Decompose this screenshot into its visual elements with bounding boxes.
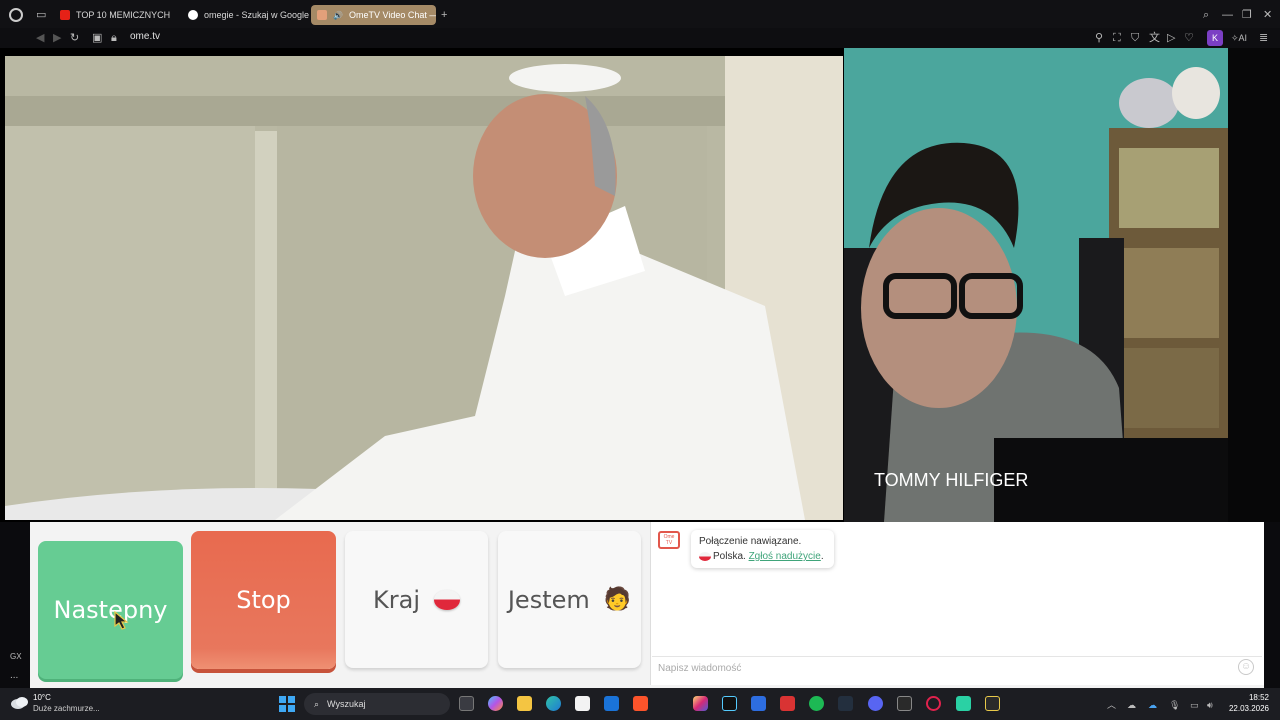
gender-button[interactable]: Jestem 🧑 — [498, 531, 641, 668]
opera-gx-logo-icon[interactable] — [9, 8, 23, 22]
clock-time[interactable]: 18:52 — [1239, 693, 1269, 702]
discord-icon[interactable] — [868, 696, 883, 711]
translate-icon[interactable]: 文 — [1149, 31, 1160, 45]
mic-app-icon[interactable] — [985, 696, 1000, 711]
ometv-icon — [317, 10, 327, 20]
weather-description[interactable]: Duże zachmurze... — [33, 704, 100, 713]
address-bar: ◀ ▶ ↻ ▣ 🔒︎ ⚲ ⛶ ⛉ 文 ▷ ♡ K ✧AI ≣ — [0, 28, 1280, 48]
reload-icon[interactable]: ↻ — [70, 31, 79, 45]
onedrive-icon[interactable]: ☁ — [1148, 698, 1157, 712]
self-video: TOMMY HILFIGER — [844, 48, 1228, 522]
country-name: Polska. — [713, 551, 746, 562]
weather-cloud-icon[interactable] — [10, 694, 30, 710]
close-icon[interactable]: ✕ — [1263, 8, 1272, 22]
weather-temperature[interactable]: 10°C — [33, 693, 51, 702]
stranger-video-frame — [5, 56, 843, 520]
tab-youtube[interactable]: TOP 10 MEMICZNYCH PO — [54, 5, 172, 25]
forward-icon[interactable]: ▶ — [53, 31, 61, 45]
edge-icon[interactable] — [546, 696, 561, 711]
tab-label: OmeTV Video Chat — — [348, 10, 436, 20]
task-view-icon[interactable] — [459, 696, 474, 711]
gx-label[interactable]: GX — [10, 652, 22, 661]
restore-icon[interactable]: ❐ — [1242, 8, 1252, 22]
more-icon[interactable]: ... — [10, 670, 18, 681]
lock-icon: 🔒︎ — [111, 32, 117, 44]
country-button-label: Kraj — [373, 585, 420, 614]
taskbar-search[interactable]: ⌕ Wyszukaj — [304, 693, 450, 715]
speaker-icon: 🔊 — [333, 10, 343, 20]
calculator-icon[interactable] — [751, 696, 766, 711]
cursor-icon — [114, 610, 129, 630]
connection-status: Połączenie nawiązane. — [699, 536, 802, 547]
app-icon[interactable] — [956, 696, 971, 711]
microphone-icon[interactable]: 🎙︎ — [1169, 698, 1180, 712]
snapshot-icon[interactable]: ⛶ — [1113, 31, 1121, 45]
shield-icon[interactable]: ⛉ — [1131, 31, 1139, 45]
browser-tab-bar: ▭ TOP 10 MEMICZNYCH PO omegie - Szukaj w… — [0, 0, 1280, 30]
shirt-logo: TOMMY HILFIGER — [874, 470, 1028, 490]
outlook-icon[interactable] — [604, 696, 619, 711]
country-button[interactable]: Kraj — [345, 531, 488, 668]
next-button[interactable]: Następny — [38, 541, 183, 679]
workspace-icon[interactable]: ▭ — [36, 8, 46, 22]
volume-icon[interactable]: 🔊︎ — [1207, 698, 1213, 712]
google-icon — [188, 10, 198, 20]
play-icon[interactable]: ▷ — [1167, 31, 1175, 45]
tab-label: omegie - Szukaj w Google — [204, 10, 310, 20]
opera-gx-icon[interactable] — [926, 696, 941, 711]
tab-google[interactable]: omegie - Szukaj w Google — [182, 5, 310, 25]
back-icon[interactable]: ◀ — [36, 31, 44, 45]
stop-button[interactable]: Stop — [191, 531, 336, 669]
next-button-label: Następny — [53, 596, 168, 624]
poland-flag-icon — [699, 551, 711, 561]
search-icon[interactable]: ⌕ — [1203, 8, 1209, 22]
system-message: Połączenie nawiązane. Polska. Zgłoś nadu… — [691, 530, 834, 568]
gender-button-label: Jestem — [507, 585, 590, 614]
tab-ometv[interactable]: 🔊 OmeTV Video Chat — — [311, 5, 436, 25]
tab-label: TOP 10 MEMICZNYCH PO — [76, 10, 172, 20]
ometv-logo-icon: Ome TV — [658, 531, 680, 549]
tiktok-icon[interactable] — [722, 696, 737, 711]
spotify-icon[interactable] — [809, 696, 824, 711]
camera-icon[interactable]: ▣ — [92, 31, 102, 45]
country-line: Polska. Zgłoś nadużycie. — [699, 549, 826, 564]
stop-button-label: Stop — [236, 586, 291, 614]
tray-chevron-icon[interactable]: ︿ — [1107, 698, 1116, 712]
epic-games-icon[interactable] — [897, 696, 912, 711]
instagram-icon[interactable] — [693, 696, 708, 711]
self-video-image: TOMMY HILFIGER — [844, 48, 1228, 522]
youtube-icon — [60, 10, 70, 20]
report-abuse-link[interactable]: Zgłoś nadużycie — [749, 551, 821, 562]
ai-label: AI — [1238, 33, 1248, 43]
emoji-icon[interactable]: ☺ — [1238, 659, 1254, 675]
stranger-video-image — [5, 56, 843, 520]
tray-cloud-icon[interactable]: ☁ — [1127, 698, 1136, 712]
taskbar-search-placeholder: Wyszukaj — [327, 699, 366, 709]
brave-icon[interactable] — [633, 696, 648, 711]
ai-button[interactable]: ✧AI — [1231, 31, 1247, 45]
profile-avatar[interactable]: K — [1207, 30, 1223, 46]
stranger-video — [0, 48, 848, 522]
pin-icon[interactable]: ⚲ — [1095, 31, 1103, 45]
minimize-icon[interactable]: — — [1222, 8, 1233, 22]
message-input[interactable]: Napisz wiadomość — [652, 656, 1262, 680]
wps-icon[interactable] — [780, 696, 795, 711]
amazon-icon[interactable] — [838, 696, 853, 711]
person-emoji-icon: 🧑 — [603, 587, 632, 612]
poland-flag-icon — [433, 589, 460, 610]
windows-start-icon[interactable] — [279, 696, 295, 712]
search-icon: ⌕ — [314, 698, 320, 709]
new-tab-button[interactable]: + — [441, 8, 447, 22]
store-icon[interactable] — [575, 696, 590, 711]
network-icon[interactable]: ▭ — [1190, 698, 1199, 712]
url-text[interactable]: ome.tv — [130, 31, 160, 42]
heart-icon[interactable]: ♡ — [1184, 31, 1194, 45]
clock-date[interactable]: 22.03.2026 — [1226, 704, 1269, 713]
right-edge — [1228, 48, 1280, 522]
file-explorer-icon[interactable] — [517, 696, 532, 711]
copilot-icon[interactable] — [488, 696, 503, 711]
menu-icon[interactable]: ≣ — [1259, 31, 1268, 45]
report-suffix: . — [820, 551, 824, 562]
